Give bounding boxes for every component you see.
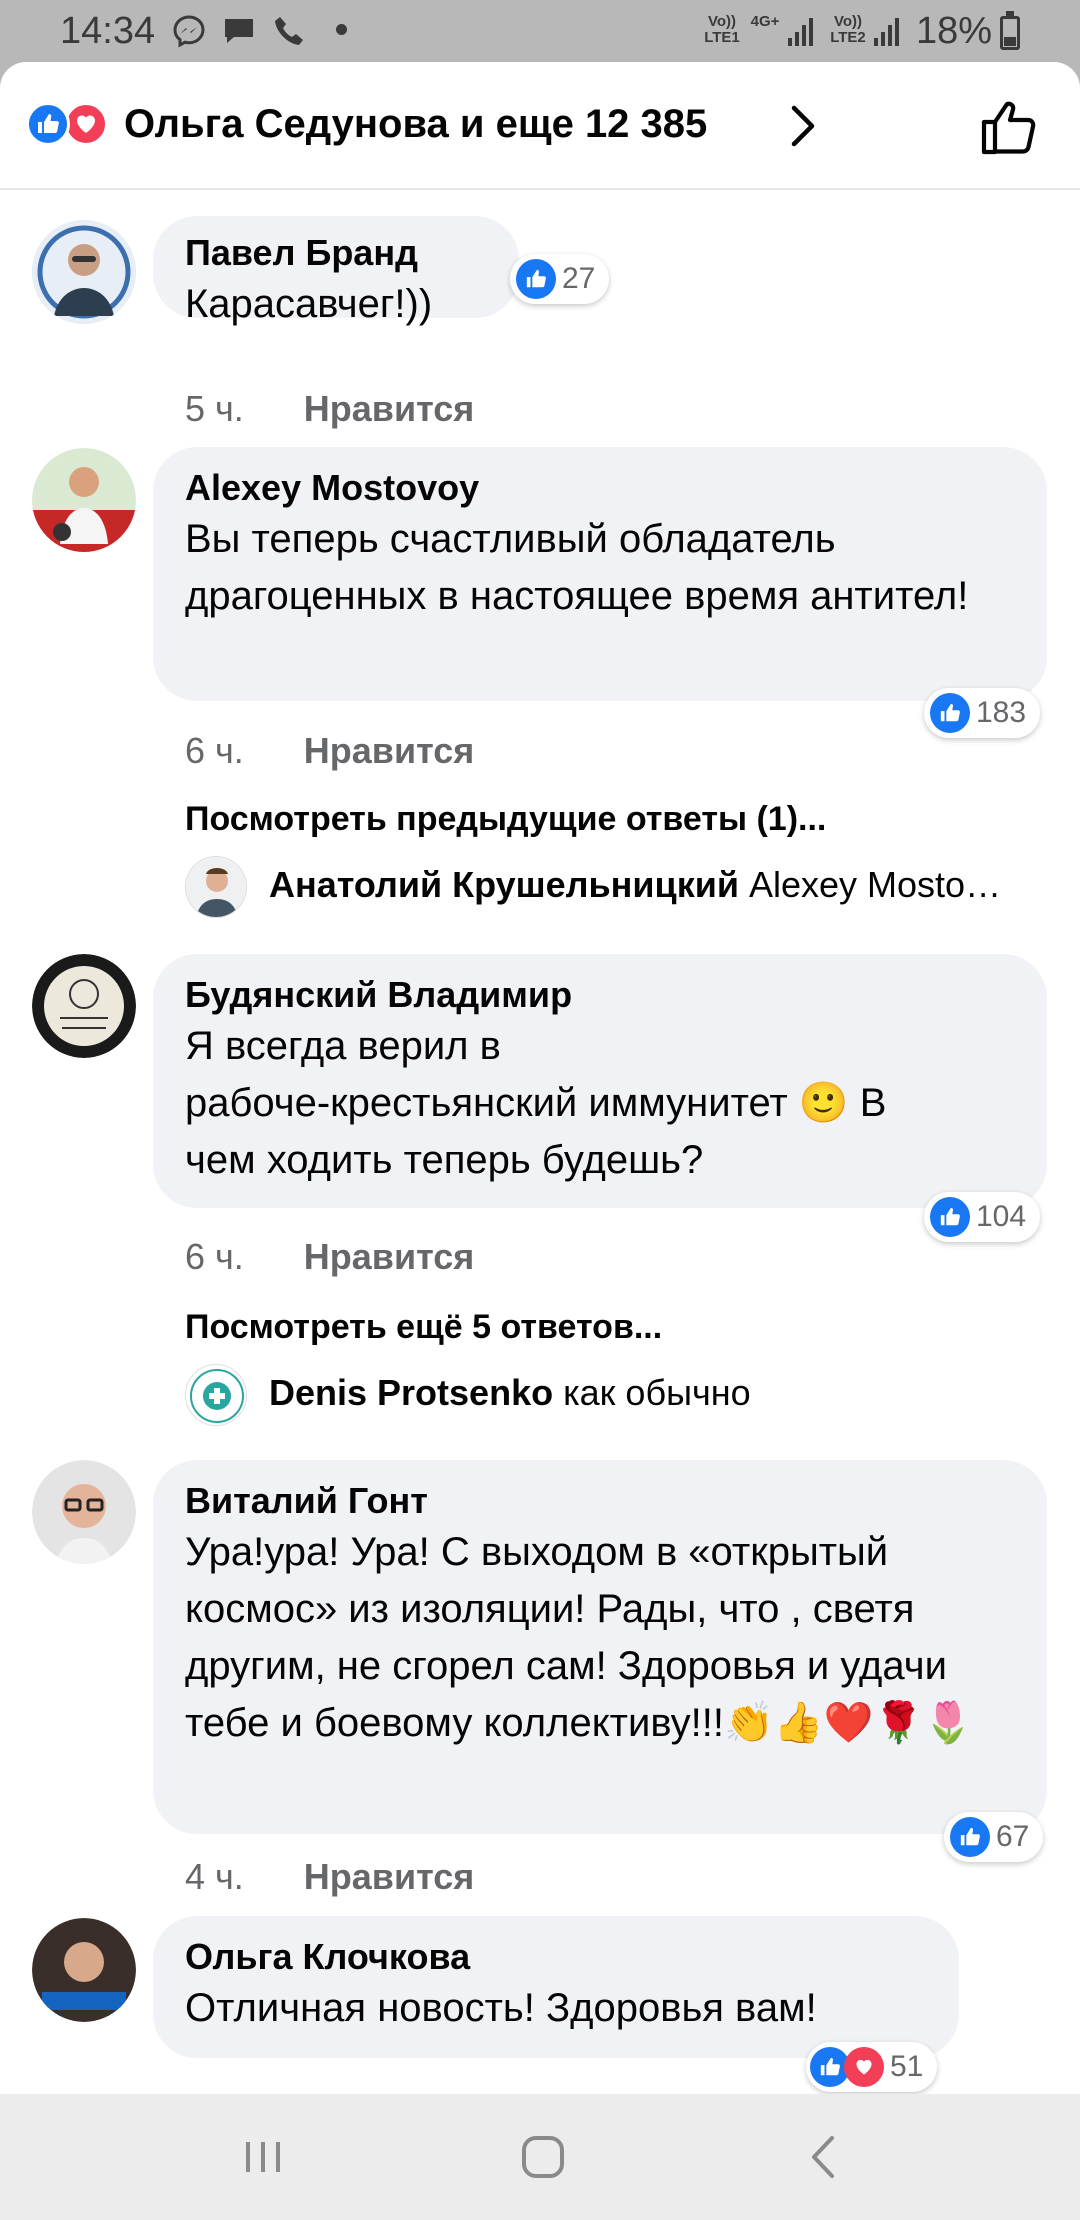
like-reaction-icon xyxy=(516,259,556,299)
reaction-count-badge[interactable]: 51 xyxy=(806,2042,938,2092)
comment-author[interactable]: Ольга Клочкова xyxy=(185,1934,927,1980)
reaction-count: 104 xyxy=(976,1200,1027,1233)
avatar xyxy=(185,856,247,918)
comment-bubble[interactable]: Будянский Владимир Я всегда верил в рабо… xyxy=(153,954,1047,1208)
like-reaction-icon xyxy=(26,102,70,146)
avatar[interactable] xyxy=(32,448,136,552)
comment-bubble[interactable]: Alexey Mostovoy Вы теперь счастливый обл… xyxy=(153,447,1047,701)
phone-icon xyxy=(275,17,303,45)
love-reaction-icon xyxy=(64,102,108,146)
reply-text: Alexey Mosto… xyxy=(748,864,1002,905)
comment-author[interactable]: Будянский Владимир xyxy=(185,972,1015,1018)
signal-icon xyxy=(788,18,813,46)
avatar[interactable] xyxy=(32,1918,136,2022)
comment-bubble[interactable]: Павел Бранд Карасавчег!)) xyxy=(153,216,519,326)
signal-icon xyxy=(874,18,899,46)
comment-text: Вы теперь счастливый обладатель драгоцен… xyxy=(185,517,969,618)
notification-dot xyxy=(336,24,347,35)
view-more-replies-link[interactable]: Посмотреть ещё 5 ответов... xyxy=(185,1308,662,1347)
reactions-sheet: Ольга Седунова и еще 12 385 Павел Бранд … xyxy=(0,62,1080,2094)
messenger-icon xyxy=(173,15,205,48)
reply-author: Denis Protsenko xyxy=(269,1372,554,1413)
comment-author[interactable]: Виталий Гонт xyxy=(185,1478,1015,1524)
view-previous-replies-link[interactable]: Посмотреть предыдущие ответы (1)... xyxy=(185,800,826,839)
thumbs-up-icon[interactable] xyxy=(980,98,1038,156)
reaction-count-badge[interactable]: 183 xyxy=(924,688,1041,738)
like-reaction-icon xyxy=(950,1817,990,1857)
system-nav-bar xyxy=(0,2094,1080,2220)
reaction-count: 27 xyxy=(562,262,596,295)
slight-smile-emoji: 🙂 xyxy=(798,1081,849,1125)
like-button[interactable]: Нравится xyxy=(304,388,474,429)
reaction-count-badge[interactable]: 27 xyxy=(510,254,610,304)
network-type: 4G+ xyxy=(750,13,780,30)
comment-time: 6 ч. xyxy=(185,730,244,771)
comment-meta: 5 ч. Нравится xyxy=(185,388,474,430)
like-reaction-icon xyxy=(930,693,970,733)
reply-author: Анатолий Крушельницкий xyxy=(269,864,739,905)
reactions-title[interactable]: Ольга Седунова и еще 12 385 xyxy=(124,102,707,147)
comment-bubble[interactable]: Виталий Гонт Ура!ура! Ура! С выходом в «… xyxy=(153,1460,1047,1834)
avatar[interactable] xyxy=(32,954,136,1058)
like-button[interactable]: Нравится xyxy=(304,1856,474,1897)
comment-meta: 4 ч. Нравится xyxy=(185,1856,474,1898)
like-reaction-icon xyxy=(930,1197,970,1237)
chat-icon xyxy=(225,19,253,43)
reaction-count: 67 xyxy=(996,1820,1030,1853)
comment-author[interactable]: Alexey Mostovoy xyxy=(185,465,1015,511)
recent-apps-icon[interactable] xyxy=(238,2132,288,2182)
comment-time: 6 ч. xyxy=(185,1236,244,1277)
comment-meta: 6 ч. Нравится xyxy=(185,1236,474,1278)
sim1-label: Vo)) LTE1 xyxy=(704,13,740,46)
comment-author[interactable]: Павел Бранд xyxy=(185,230,487,276)
comment-time: 4 ч. xyxy=(185,1856,244,1897)
comment-bubble[interactable]: Ольга Клочкова Отличная новость! Здоровь… xyxy=(153,1916,959,2058)
battery-icon xyxy=(1000,11,1020,50)
chevron-right-icon[interactable] xyxy=(786,102,822,150)
status-bar: 14:34 Vo)) LTE1 4G+ Vo)) LTE2 18% xyxy=(0,0,1080,62)
reply-text: как обычно xyxy=(563,1372,751,1413)
reaction-icons xyxy=(26,102,108,150)
back-icon[interactable] xyxy=(800,2132,850,2182)
home-icon[interactable] xyxy=(518,2132,568,2182)
battery-percent: 18% xyxy=(916,10,993,52)
comment-meta: 6 ч. Нравится xyxy=(185,730,474,772)
avatar[interactable] xyxy=(32,220,136,324)
sim2-label: Vo)) LTE2 xyxy=(830,13,866,46)
comment-text: Карасавчег!)) xyxy=(185,282,433,326)
like-button[interactable]: Нравится xyxy=(304,730,474,771)
love-reaction-icon xyxy=(844,2047,884,2087)
comment-time: 5 ч. xyxy=(185,388,244,429)
avatar xyxy=(185,1364,247,1426)
comment-text: Отличная новость! Здоровья вам! xyxy=(185,1986,817,2030)
avatar[interactable] xyxy=(32,1460,136,1564)
like-button[interactable]: Нравится xyxy=(304,1236,474,1277)
reaction-count-badge[interactable]: 104 xyxy=(924,1192,1041,1242)
comment-text: Я всегда верил в рабоче-крестьянский имм… xyxy=(185,1024,887,1182)
reactions-header[interactable]: Ольга Седунова и еще 12 385 xyxy=(0,62,1080,190)
reaction-count-badge[interactable]: 67 xyxy=(944,1812,1044,1862)
clock: 14:34 xyxy=(60,10,156,52)
reaction-count: 51 xyxy=(890,2050,924,2083)
comment-text: Ура!ура! Ура! С выходом в «открытый косм… xyxy=(185,1530,974,1745)
reaction-count: 183 xyxy=(976,696,1027,729)
